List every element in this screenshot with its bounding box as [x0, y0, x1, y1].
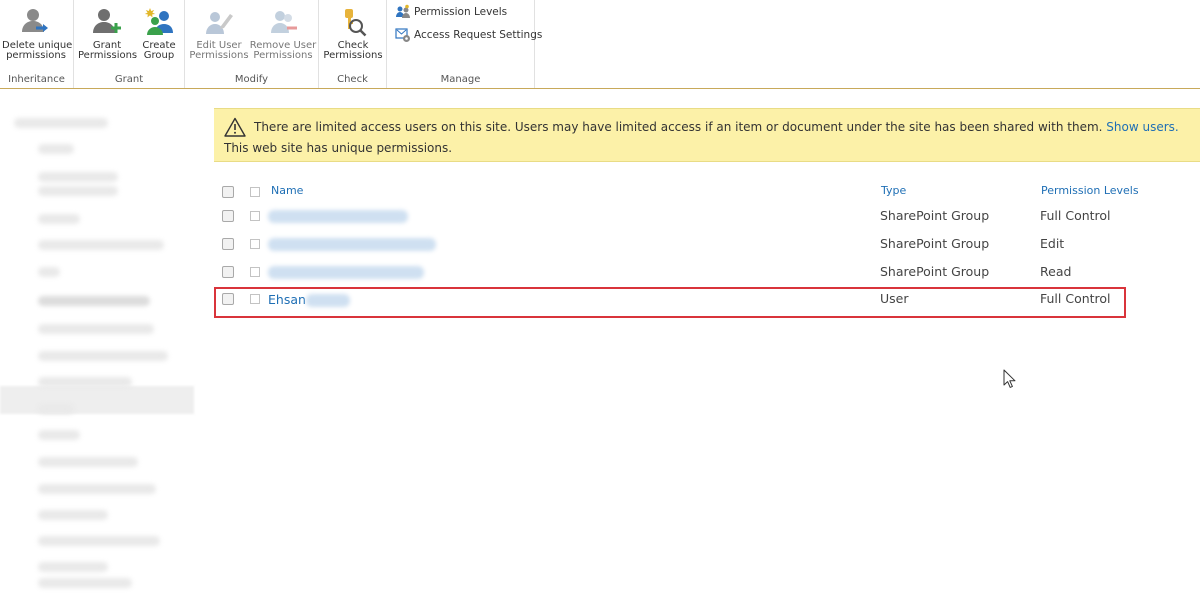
row-permission-level: Read	[1040, 264, 1072, 279]
group-manage: Permission Levels Access Request Setting…	[387, 0, 542, 88]
nav-item-blurred[interactable]	[38, 267, 60, 277]
nav-item-blurred[interactable]	[38, 296, 150, 306]
nav-item-blurred[interactable]	[38, 324, 154, 334]
row-type: SharePoint Group	[880, 208, 990, 223]
nav-item-blurred[interactable]	[38, 457, 138, 467]
nav-item-blurred[interactable]	[38, 430, 80, 440]
nav-item-blurred[interactable]	[38, 351, 168, 361]
remove-user-permissions-button[interactable]: Remove User Permissions	[249, 2, 317, 61]
nav-item-blurred[interactable]	[38, 404, 74, 414]
group-label-grant: Grant	[114, 74, 144, 85]
mouse-cursor-icon	[1003, 369, 1016, 388]
permission-levels-button[interactable]: Permission Levels	[395, 4, 507, 20]
group-label-manage: Manage	[440, 74, 481, 85]
redacted-group-name[interactable]	[268, 210, 408, 223]
nav-item-blurred[interactable]	[38, 240, 164, 250]
edit-user-permissions-button[interactable]: Edit User Permissions	[189, 2, 249, 61]
remove-user-label-2: Permissions	[253, 50, 313, 61]
ribbon: Delete unique permissions Inheritance Gr…	[0, 0, 1200, 89]
row-type: SharePoint Group	[880, 236, 990, 251]
create-label-2: Group	[143, 50, 175, 61]
nav-item-blurred[interactable]	[14, 118, 108, 128]
grant-permissions-button[interactable]: Grant Permissions	[78, 2, 138, 61]
warning-icon	[224, 117, 246, 137]
nav-item-blurred[interactable]	[38, 578, 132, 588]
nav-item-blurred[interactable]	[38, 214, 80, 224]
row-item-checkbox[interactable]	[250, 239, 260, 249]
grant-permissions-icon	[93, 9, 121, 33]
permission-levels-icon	[396, 4, 410, 18]
row-item-checkbox[interactable]	[250, 211, 260, 221]
access-request-settings-button[interactable]: Access Request Settings	[395, 27, 542, 43]
create-group-button[interactable]: Create Group	[138, 2, 180, 61]
redacted-group-name[interactable]	[268, 266, 424, 279]
nav-item-selected[interactable]	[0, 386, 194, 414]
column-header-permission-levels[interactable]: Permission Levels	[1041, 184, 1139, 197]
limited-access-warning-banner: There are limited access users on this s…	[214, 108, 1200, 162]
nav-item-blurred[interactable]	[38, 377, 132, 387]
row-select-checkbox[interactable]	[222, 238, 234, 250]
create-group-icon	[144, 8, 173, 35]
group-check: Check Permissions Check	[319, 0, 387, 88]
group-inheritance: Delete unique permissions Inheritance	[0, 0, 74, 88]
group-label-modify: Modify	[234, 74, 269, 85]
show-users-link[interactable]: Show users.	[1106, 120, 1178, 134]
nav-item-blurred[interactable]	[38, 536, 160, 546]
access-request-settings-label: Access Request Settings	[414, 29, 543, 41]
edit-user-permissions-icon	[206, 12, 233, 34]
access-request-settings-icon	[395, 28, 410, 42]
nav-item-blurred[interactable]	[38, 186, 118, 196]
row-select-checkbox[interactable]	[222, 266, 234, 278]
row-select-checkbox[interactable]	[222, 210, 234, 222]
delete-unique-permissions-icon	[22, 9, 48, 32]
column-header-type[interactable]: Type	[881, 184, 906, 197]
nav-item-blurred[interactable]	[38, 172, 118, 182]
remove-user-permissions-icon	[271, 11, 297, 33]
left-navigation	[0, 100, 196, 605]
limited-access-message: There are limited access users on this s…	[254, 120, 1103, 134]
edit-user-label-2: Permissions	[189, 50, 249, 61]
limited-access-message-line: There are limited access users on this s…	[254, 120, 1179, 134]
header-item-checkbox[interactable]	[250, 187, 260, 197]
nav-item-blurred[interactable]	[38, 144, 74, 154]
nav-item-blurred[interactable]	[38, 484, 156, 494]
column-header-name[interactable]: Name	[271, 184, 303, 197]
nav-item-blurred[interactable]	[38, 510, 108, 520]
group-label-check: Check	[337, 74, 368, 85]
group-label-inheritance: Inheritance	[8, 74, 65, 85]
grant-label-2: Permissions	[78, 50, 138, 61]
row-type: SharePoint Group	[880, 264, 990, 279]
group-modify: Edit User Permissions Remove User Permis…	[185, 0, 319, 88]
row-permission-level: Full Control	[1040, 208, 1111, 223]
delete-unique-label-2: permissions	[6, 50, 66, 61]
highlight-box	[214, 287, 1126, 318]
row-permission-level: Edit	[1040, 236, 1065, 251]
delete-unique-permissions-button[interactable]: Delete unique permissions	[2, 2, 72, 61]
permission-levels-label: Permission Levels	[414, 6, 508, 18]
row-item-checkbox[interactable]	[250, 267, 260, 277]
check-permissions-button[interactable]: Check Permissions	[322, 2, 384, 61]
redacted-group-name[interactable]	[268, 238, 436, 251]
nav-item-blurred[interactable]	[38, 562, 108, 572]
select-all-checkbox[interactable]	[222, 186, 234, 198]
unique-permissions-note: This web site has unique permissions.	[224, 141, 453, 155]
key-magnifier-icon	[345, 9, 367, 37]
group-grant: Grant Permissions Create Group Grant	[74, 0, 185, 88]
check-label-2: Permissions	[323, 50, 383, 61]
